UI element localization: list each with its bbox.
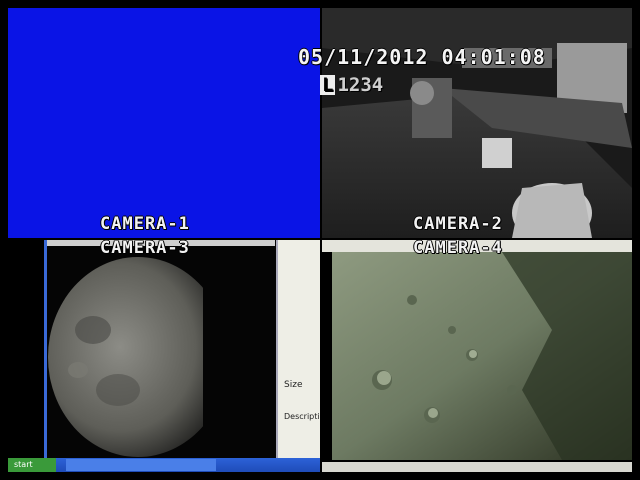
channel-numbers: 1234: [337, 74, 384, 96]
camera-1-feed[interactable]: [8, 8, 320, 238]
status-bar: [322, 462, 632, 472]
side-panel: [276, 240, 320, 458]
camera-4-label: CAMERA-4: [413, 238, 503, 258]
camera-3-moon-image: [8, 240, 320, 472]
channel-indicator: L 1234: [320, 74, 383, 96]
camera-3-feed[interactable]: Size Descripti start: [8, 240, 320, 472]
camera-4-feed[interactable]: [322, 240, 632, 472]
camera-3-label: CAMERA-3: [100, 238, 190, 258]
camera-2-room-image: [322, 8, 632, 238]
camera-2-feed[interactable]: [322, 8, 632, 238]
dvr-quad-monitor: Size Descripti start 05/11/2012 04:01:08…: [0, 0, 640, 480]
start-button[interactable]: start: [8, 458, 56, 472]
channel-mark: L: [320, 74, 336, 96]
taskbar-item[interactable]: [66, 459, 216, 471]
side-heading: Size: [284, 380, 303, 390]
camera-1-label: CAMERA-1: [100, 214, 190, 234]
camera-2-label: CAMERA-2: [413, 214, 503, 234]
camera-4-lunar-surface-image: [322, 240, 632, 472]
datetime-overlay: 05/11/2012 04:01:08: [298, 45, 546, 69]
side-heading-2: Descripti: [284, 412, 320, 421]
